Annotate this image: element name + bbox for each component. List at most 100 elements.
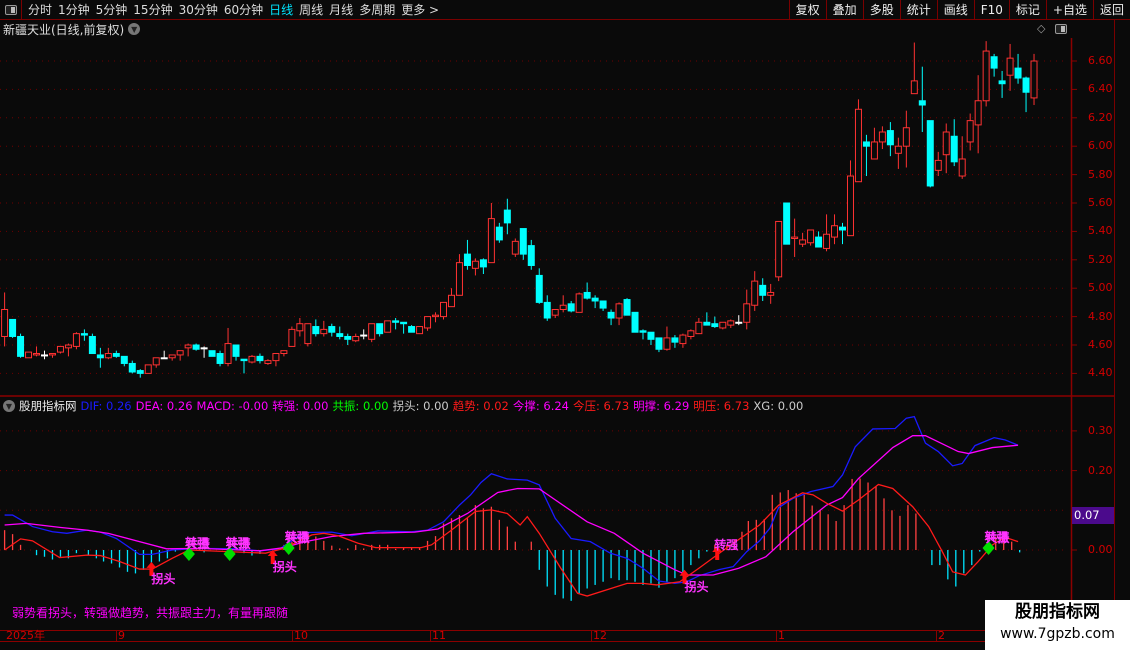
candle-body	[455, 262, 463, 296]
signal-label: 拐头	[151, 571, 176, 586]
indicator-menu-icon[interactable]: ▼	[3, 400, 15, 412]
legend-item: 今压: 6.73	[573, 399, 630, 413]
candle-body	[671, 337, 679, 343]
chart-canvas[interactable]	[0, 0, 1130, 650]
candle-body	[647, 331, 655, 340]
candle-body	[48, 353, 56, 356]
candle-body	[248, 355, 256, 363]
candle-body	[902, 127, 910, 147]
candle-body	[886, 130, 894, 146]
signal-label: 共振	[226, 536, 251, 551]
candle-body	[408, 326, 416, 333]
macd-current-value: 0.07	[1072, 507, 1118, 524]
legend-item: 趋势: 0.02	[452, 399, 509, 413]
price-tick-label: 6.60	[1088, 54, 1113, 67]
candle-body	[495, 226, 503, 241]
candle-body	[376, 323, 384, 335]
candle-body	[551, 309, 559, 316]
candle-body	[862, 141, 870, 147]
candle-body	[392, 320, 400, 323]
candle-body	[1006, 57, 1014, 76]
candle-body	[320, 328, 328, 335]
price-tick-label: 5.20	[1088, 252, 1113, 266]
candle-body	[447, 294, 455, 308]
candle-body	[136, 370, 144, 374]
candle-body	[583, 291, 591, 299]
candle-body	[144, 364, 152, 374]
price-tick-label: 6.20	[1088, 110, 1113, 124]
candle-body	[631, 311, 639, 333]
candle-body	[384, 320, 392, 333]
candle-body	[296, 323, 304, 332]
price-tick-label: 4.60	[1088, 338, 1113, 351]
candle-body	[751, 280, 759, 306]
candle-body	[128, 362, 136, 373]
candle-body	[503, 209, 511, 224]
candle-body	[463, 253, 471, 266]
candle-body	[1022, 77, 1030, 93]
candle-body	[240, 358, 248, 362]
candle-body	[854, 108, 862, 183]
candle-body	[41, 354, 48, 357]
right-side-panel[interactable]	[1114, 20, 1130, 600]
candle-body	[216, 353, 224, 364]
candle-body	[567, 303, 575, 312]
candle-body	[152, 357, 160, 366]
candle-body	[910, 80, 918, 95]
macd-tick-label: 0.00	[1088, 543, 1113, 556]
candle-body	[831, 225, 839, 238]
candle-body	[615, 303, 623, 319]
candle-body	[639, 330, 647, 333]
candle-body	[695, 321, 703, 335]
legend-item: 今撑: 6.24	[512, 399, 569, 413]
candle-body	[72, 333, 80, 347]
candle-body	[1014, 67, 1022, 79]
candle-body	[192, 344, 200, 350]
candle-body	[934, 159, 942, 171]
candle-body	[783, 202, 791, 245]
price-tick-label: 5.60	[1088, 196, 1113, 209]
candle-body	[33, 353, 41, 356]
legend-item: 拐头: 0.00	[392, 399, 449, 413]
candle-body	[328, 326, 336, 333]
candle-body	[440, 301, 447, 318]
candle-body	[878, 131, 886, 143]
legend-item: MACD: -0.00	[196, 399, 269, 413]
candle-body	[839, 226, 846, 231]
candle-body	[711, 323, 719, 328]
candle-body	[160, 357, 168, 360]
candle-body	[120, 355, 128, 364]
candle-body	[432, 314, 440, 318]
candle-body	[200, 347, 208, 350]
candle-body	[416, 326, 424, 335]
candle-body	[312, 326, 320, 335]
strategy-hint: 弱势看拐头，转强做趋势，共振跟主力，有量再跟随	[12, 606, 289, 620]
price-tick-label: 5.80	[1088, 167, 1113, 181]
signal-label: 转强	[714, 537, 739, 552]
candle-body	[280, 350, 288, 355]
candle-body	[703, 321, 711, 326]
candle-body	[998, 80, 1006, 85]
legend-item: DEA: 0.26	[135, 399, 193, 413]
candle-body	[974, 100, 982, 126]
candle-body	[352, 335, 360, 342]
candle-body	[591, 297, 599, 302]
candle-body	[543, 301, 551, 319]
legend-item: 共振: 0.00	[332, 399, 389, 413]
legend-item: 明压: 6.73	[693, 399, 750, 413]
candle-body	[535, 274, 543, 303]
candle-body	[687, 330, 695, 337]
candle-body	[759, 284, 767, 296]
candle-body	[655, 337, 663, 350]
candle-body	[966, 120, 974, 143]
date-tick-label: 9	[116, 629, 125, 642]
date-tick-label: 2	[936, 629, 945, 642]
candle-body	[527, 245, 535, 266]
price-tick-label: 4.80	[1088, 309, 1113, 323]
candle-body	[471, 260, 479, 269]
candle-body	[926, 120, 934, 187]
candle-body	[264, 360, 272, 364]
dif-line	[4, 415, 1019, 585]
candle-body	[767, 291, 775, 296]
candle-body	[256, 355, 264, 362]
